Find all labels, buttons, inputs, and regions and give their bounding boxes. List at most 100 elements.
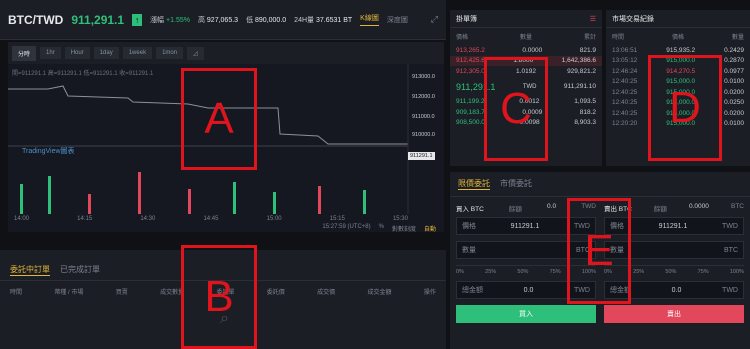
buy-column: 買入 BTC 餘額 0.0 TWD 價格 911291.1 TWD 數量 BTC 0%… [456, 203, 596, 323]
last-price-tag: 911291.1 [408, 152, 435, 160]
col-header: 成交價 [317, 290, 336, 296]
last-price: 911,291.1 [71, 12, 125, 27]
col-header: 幣種 / 市場 [54, 290, 84, 296]
ask-row[interactable]: 912,305.0 1.0192 929,821.2 [450, 66, 602, 77]
timeframe-button[interactable]: 分時 [12, 45, 37, 61]
bid-row[interactable]: 911,199.2 0.0012 1,093.5 [450, 97, 602, 108]
empty-icon: ⌕ [220, 310, 229, 327]
x-axis: 14:00 14:15 14:30 14:45 15:00 15:15 15:3… [14, 216, 408, 222]
ask-row[interactable]: 913,265.2 0.0000 821.9 [450, 45, 602, 56]
tradingview-watermark: TradingView圖表 [22, 148, 75, 155]
low-stat: 低 890,000.0 [246, 16, 287, 24]
sell-column: 賣出 BTC 餘額 0.0000 BTC 價格 911291.1 TWD 數量 BTC… [604, 203, 744, 323]
trade-row: 13:05:12 915,000.0 0.2870 [612, 57, 744, 65]
pair-selector[interactable]: BTC/TWD [8, 13, 63, 27]
mid-price-row: 911,291.1 TWD 911,291.10 [456, 81, 596, 92]
buy-button[interactable]: 買入 [456, 305, 596, 323]
x-tick: 15:30 [392, 216, 408, 222]
up-arrow-icon: ↑ [132, 13, 143, 26]
market-trades: 市場交易紀錄 時間 價格 數量 13:06:51 915,935.2 0.2429 13… [606, 10, 750, 166]
sell-total-field[interactable]: 總金額 0.0 TWD [604, 281, 744, 299]
sell-pct-slider[interactable]: 0% 25% 50% 75% 100% [604, 265, 744, 275]
change-stat: 漲幅 +1.55% [150, 16, 190, 24]
sell-label: 賣出 BTC [604, 206, 632, 213]
y-tick: 911000.0 [412, 114, 435, 120]
tab-completed-orders[interactable]: 已完成訂單 [60, 264, 100, 276]
trade-row: 13:06:51 915,935.2 0.2429 [612, 46, 744, 54]
trade-row: 12:40:25 915,000.0 0.0250 [612, 99, 744, 107]
ask-row[interactable]: 912,425.6 1.8000 1,642,386.6 [450, 55, 602, 66]
buy-balance: 0.0 [547, 203, 557, 210]
trade-row: 12:46:24 914,270.5 0.0977 [612, 67, 744, 75]
trade-form: 限價委託 市價委託 買入 BTC 餘額 0.0 TWD 價格 911291.1 TW… [450, 172, 750, 349]
tab-limit-order[interactable]: 限價委託 [458, 178, 490, 190]
sell-button[interactable]: 賣出 [604, 305, 744, 323]
col-header: 買賣 [115, 290, 128, 296]
bid-row[interactable]: 908,500.0 0.0098 8,903.3 [450, 118, 602, 129]
y-tick: 913000.0 [412, 74, 435, 80]
indicator-icon[interactable]: ◿ [187, 46, 204, 60]
high-stat: 高 927,065.3 [197, 16, 239, 24]
chart-toolbar: 分時 1hr Hour 1day 1week 1mon ◿ [8, 42, 444, 64]
x-tick: 14:00 [14, 216, 30, 222]
chart-timestamp: 15:27:59 (UTC+8) [322, 224, 371, 230]
log-toggle[interactable]: 對數刻度 [392, 224, 416, 233]
price-chart[interactable]: 開=911291.1 高=911291.1 低=911291.1 收=91129… [8, 64, 444, 233]
col-header: 委託價 [266, 290, 285, 296]
col-header: 操作 [423, 290, 436, 296]
chart-footer: 15:27:59 (UTC+8) % 對數刻度 自動 [236, 224, 436, 233]
col-header: 累計 [583, 35, 596, 41]
timeframe-button[interactable]: 1week [122, 47, 153, 59]
col-header: 數量 [519, 35, 532, 41]
timeframe-button[interactable]: 1hr [40, 47, 61, 59]
sell-balance-unit: BTC [730, 203, 744, 210]
market-header: BTC/TWD 911,291.1 ↑ 漲幅 +1.55% 高 927,065.… [0, 0, 446, 40]
order-type-tabs: 限價委託 市價委託 [450, 172, 750, 197]
trades-title: 市場交易紀錄 [612, 15, 654, 23]
trade-row: 12:20:20 915,000.0 0.0100 [612, 120, 744, 128]
col-header: 數量 [731, 35, 744, 41]
col-header: 時間 [10, 290, 23, 296]
x-tick: 15:15 [329, 216, 345, 222]
buy-pct-slider[interactable]: 0% 25% 50% 75% 100% [456, 265, 596, 275]
col-header: 價格 [456, 35, 469, 41]
trade-row: 12:40:25 915,000.0 0.0200 [612, 88, 744, 96]
col-header: 成交金額 [367, 290, 392, 296]
layout-icon[interactable]: ☰ [590, 15, 596, 23]
orders-panel: 委託中訂單 已完成訂單 時間 幣種 / 市場 買賣 成交數量 委託單 委託價 成… [0, 250, 446, 349]
col-header: 價格 [671, 35, 684, 41]
auto-toggle[interactable]: 自動 [424, 224, 436, 233]
expand-icon[interactable]: ⤢ [431, 14, 438, 25]
sell-qty-field[interactable]: 數量 BTC [604, 241, 744, 259]
sell-balance: 0.0000 [689, 203, 709, 210]
sell-balance-label: 餘額 [653, 206, 667, 213]
buy-total-field[interactable]: 總金額 0.0 TWD [456, 281, 596, 299]
y-tick: 910000.0 [412, 132, 435, 138]
bid-row[interactable]: 909,183.7 0.0009 818.2 [450, 107, 602, 118]
timeframe-button[interactable]: 1day [93, 47, 119, 59]
tab-open-orders[interactable]: 委託中訂單 [10, 264, 50, 276]
tab-kline[interactable]: K線圖 [360, 13, 379, 26]
sell-price-field[interactable]: 價格 911291.1 TWD [604, 217, 744, 235]
buy-qty-field[interactable]: 數量 BTC [456, 241, 596, 259]
timeframe-button[interactable]: 1mon [156, 47, 184, 59]
buy-price-field[interactable]: 價格 911291.1 TWD [456, 217, 596, 235]
buy-balance-unit: TWD [581, 203, 596, 210]
col-header: 成交數量 [160, 290, 185, 296]
orderbook-title: 掛單簿 [456, 15, 477, 23]
orders-tabs: 委託中訂單 已完成訂單 [0, 250, 446, 281]
tab-market-order[interactable]: 市價委託 [500, 178, 532, 190]
col-header: 委託單 [216, 290, 235, 296]
x-tick: 14:15 [77, 216, 93, 222]
x-tick: 14:45 [203, 216, 219, 222]
timeframe-button[interactable]: Hour [64, 47, 90, 59]
buy-label: 買入 BTC [456, 206, 484, 213]
tab-depth[interactable]: 深度圖 [387, 15, 408, 25]
x-tick: 15:00 [266, 216, 282, 222]
orders-header: 時間 幣種 / 市場 買賣 成交數量 委託單 委託價 成交價 成交金額 操作 [0, 281, 446, 302]
buy-balance-label: 餘額 [508, 206, 522, 213]
percent-toggle[interactable]: % [379, 224, 384, 233]
trade-row: 12:40:25 915,000.0 0.0200 [612, 109, 744, 117]
x-tick: 14:30 [140, 216, 156, 222]
order-book: 掛單簿 ☰ 價格 數量 累計 913,265.2 0.0000 821.9 912,425… [450, 10, 602, 166]
